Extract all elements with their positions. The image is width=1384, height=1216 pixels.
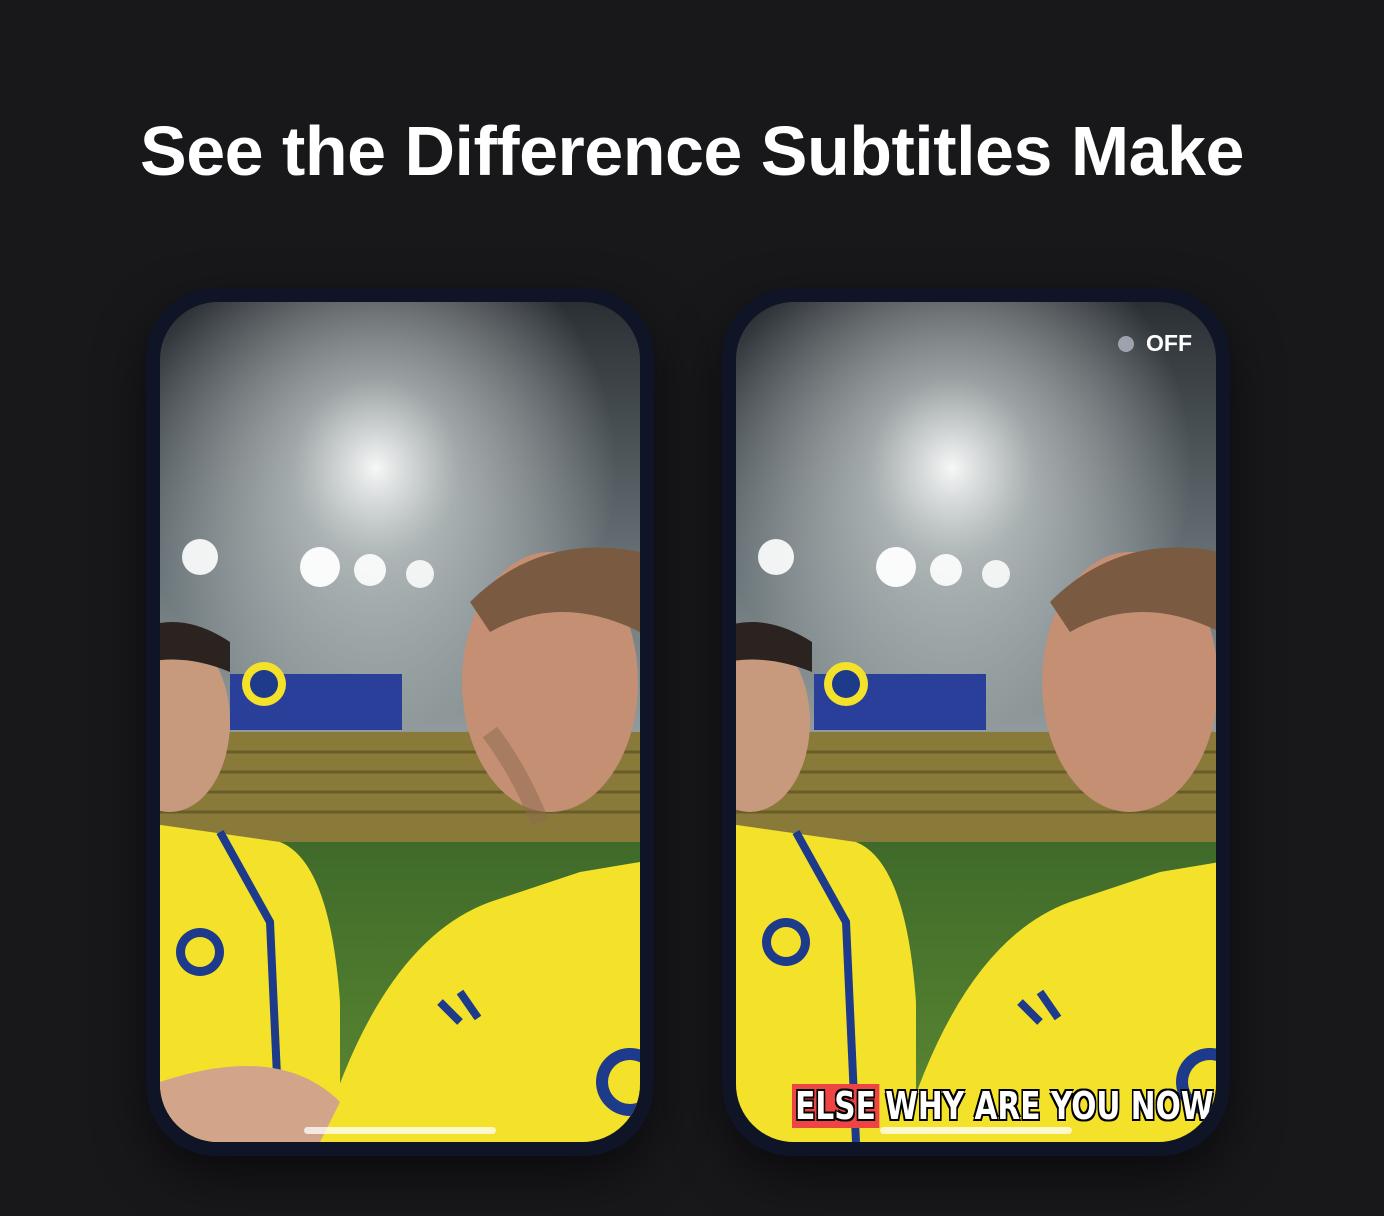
- page: See the Difference Subtitles Make OFF EL…: [0, 0, 1384, 1216]
- subtitle-toggle[interactable]: OFF: [1118, 330, 1192, 357]
- video-screen[interactable]: [160, 302, 640, 1142]
- phone-without-subtitles: [146, 288, 654, 1156]
- subtitle-text: WHY ARE YOU NOW: [885, 1084, 1214, 1128]
- subtitle-caption: ELSE WHY ARE YOU NOW: [792, 1084, 1214, 1128]
- phone-with-subtitles: OFF ELSE WHY ARE YOU NOW: [722, 288, 1230, 1156]
- video-frame: [736, 302, 1216, 1142]
- home-indicator: [880, 1127, 1072, 1134]
- video-frame: [160, 302, 640, 1142]
- page-heading: See the Difference Subtitles Make: [140, 112, 1244, 190]
- video-screen[interactable]: OFF ELSE WHY ARE YOU NOW: [736, 302, 1216, 1142]
- home-indicator: [304, 1127, 496, 1134]
- status-dot-icon: [1118, 335, 1134, 352]
- subtitle-highlighted-word: ELSE: [792, 1084, 879, 1128]
- subtitle-toggle-label: OFF: [1146, 330, 1192, 356]
